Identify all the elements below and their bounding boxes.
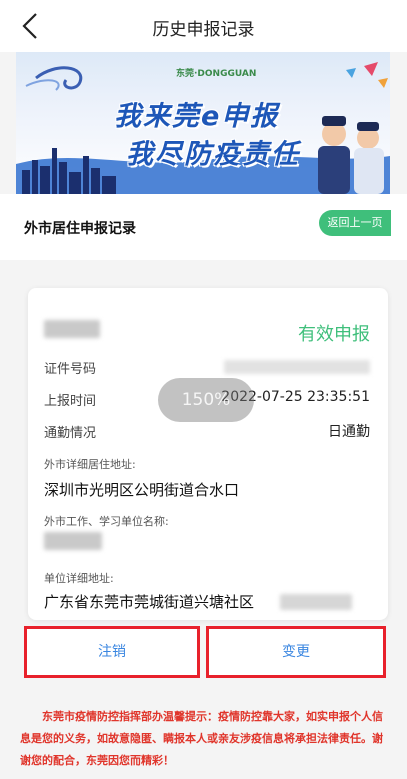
top-bar: 历史申报记录 (0, 0, 407, 52)
cancel-record-button[interactable]: 注销 (24, 626, 200, 678)
redacted-work-unit (44, 532, 102, 550)
redacted-name (44, 320, 100, 338)
redacted-id (224, 360, 370, 374)
banner-slogan-1: 我来莞e申报 (114, 101, 280, 132)
banner-slogan-2: 我尽防疫责任 (126, 139, 300, 170)
record-card: 有效申报 证件号码 上报时间 2022-07-25 23:35:51 通勤情况 … (28, 288, 388, 620)
campaign-banner: 东莞·DONGGUAN 我来莞e申报 我尽防疫责任 (16, 52, 390, 194)
unit-address-value: 广东省东莞市莞城街道兴塘社区 (44, 593, 255, 611)
section-title: 外市居住申报记录 (24, 221, 136, 237)
report-time-label: 上报时间 (44, 394, 97, 409)
section-header: 外市居住申报记录 返回上一页 (0, 194, 407, 260)
unit-address-label: 单位详细地址: (44, 572, 114, 585)
home-address-value: 深圳市光明区公明街道合水口 (44, 481, 240, 499)
change-record-button[interactable]: 变更 (206, 626, 386, 678)
banner-logo: 东莞·DONGGUAN (176, 69, 257, 79)
commute-value: 日通勤 (328, 424, 370, 440)
redacted-unit-address (280, 594, 352, 610)
zoom-indicator: 150% (158, 378, 254, 422)
notice-text: 东莞市疫情防控指挥部办温馨提示：疫情防控靠大家，如实申报个人信息是您的义务，如故… (20, 710, 383, 767)
back-to-previous-button[interactable]: 返回上一页 (319, 210, 391, 236)
id-label: 证件号码 (44, 362, 97, 377)
page-title: 历史申报记录 (152, 20, 255, 40)
status-badge: 有效申报 (298, 324, 370, 345)
work-unit-label: 外市工作、学习单位名称: (44, 515, 169, 528)
commute-label: 通勤情况 (44, 426, 97, 441)
home-address-label: 外市详细居住地址: (44, 458, 136, 471)
